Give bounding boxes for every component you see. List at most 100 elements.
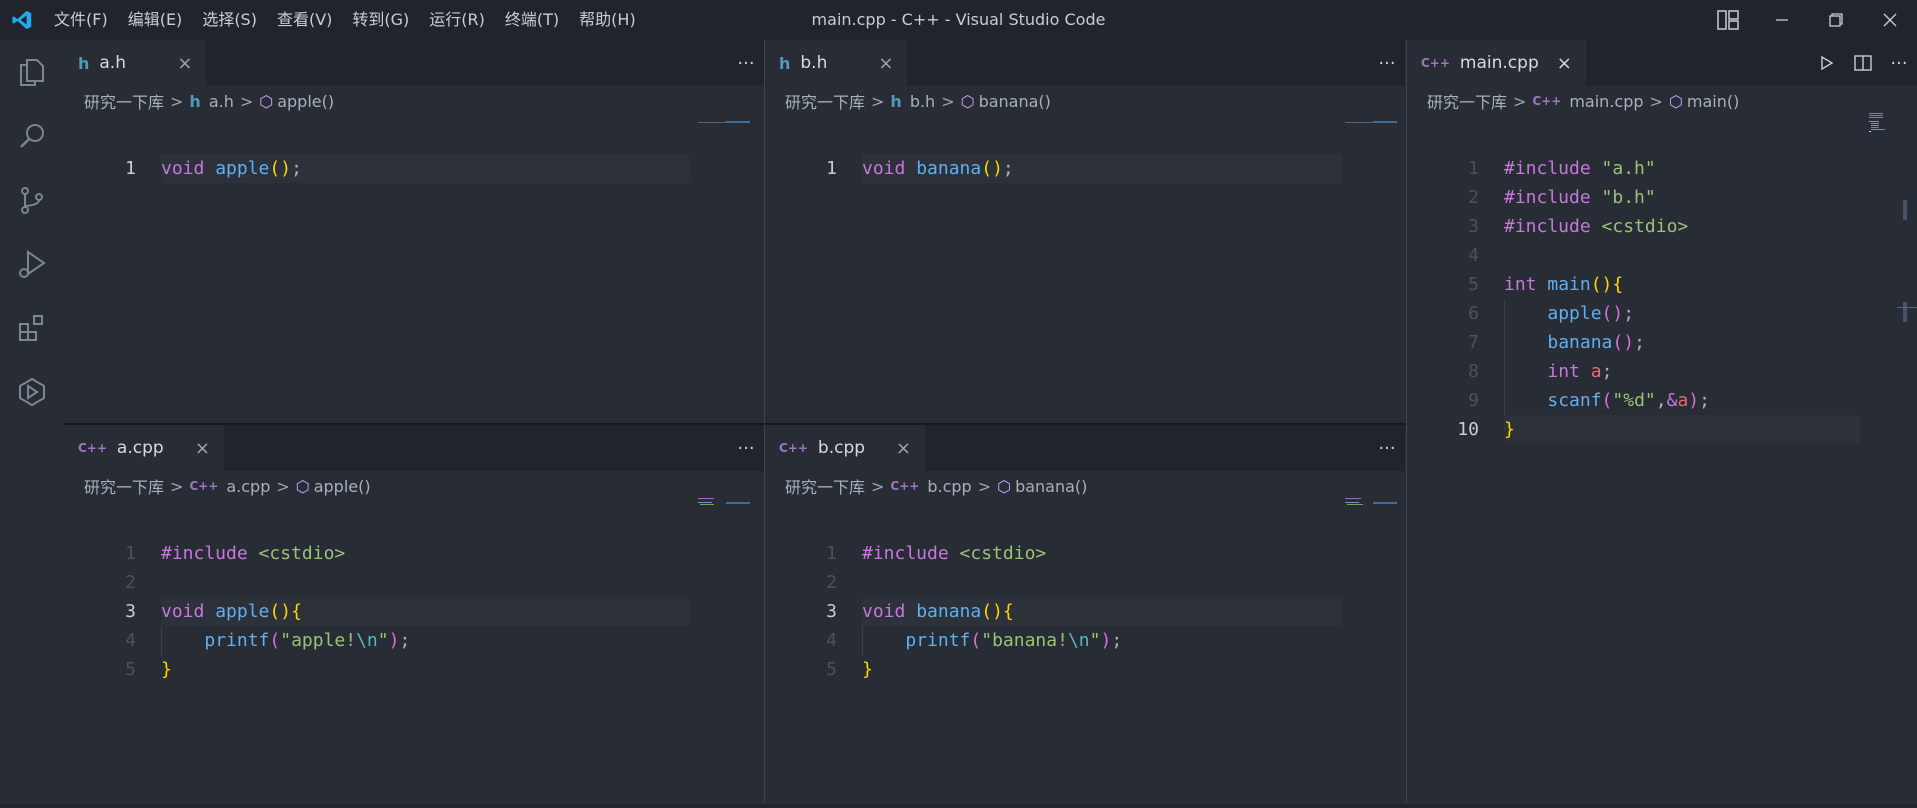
breadcrumb-file[interactable]: main.cpp xyxy=(1569,92,1643,111)
tab-main-cpp[interactable]: C++ main.cpp × xyxy=(1407,40,1586,86)
remote-explorer-icon[interactable] xyxy=(0,360,64,424)
code-line[interactable]: 2 #include "b.h" xyxy=(1407,183,1917,212)
code-token: ; xyxy=(1111,630,1123,651)
code-line[interactable]: 2 xyxy=(64,568,764,597)
breadcrumb-file[interactable]: a.cpp xyxy=(226,477,270,496)
breadcrumb-folder[interactable]: 研究一下库 xyxy=(785,474,865,498)
source-control-icon[interactable] xyxy=(0,168,64,232)
code-token: () xyxy=(269,158,292,179)
close-icon[interactable]: × xyxy=(896,438,911,459)
menu-view[interactable]: 查看(V) xyxy=(267,0,342,40)
more-actions-icon[interactable]: ··· xyxy=(728,40,764,86)
search-icon[interactable] xyxy=(0,104,64,168)
breadcrumb-symbol[interactable]: apple() xyxy=(314,477,371,496)
close-icon[interactable]: × xyxy=(177,53,192,74)
breadcrumb-folder[interactable]: 研究一下库 xyxy=(785,89,865,113)
code-line[interactable]: 2 xyxy=(765,568,1405,597)
close-window-icon[interactable] xyxy=(1863,0,1917,40)
code-line[interactable]: 10} xyxy=(1407,415,1917,444)
code-token: scanf xyxy=(1547,390,1602,411)
breadcrumb-folder[interactable]: 研究一下库 xyxy=(84,474,164,498)
more-actions-icon[interactable]: ··· xyxy=(1369,40,1405,86)
more-actions-icon[interactable]: ··· xyxy=(1881,40,1917,86)
close-icon[interactable]: × xyxy=(195,438,210,459)
title-bar: 文件(F) 编辑(E) 选择(S) 查看(V) 转到(G) 运行(R) 终端(T… xyxy=(0,0,1917,40)
breadcrumb-symbol[interactable]: banana() xyxy=(979,92,1051,111)
more-actions-icon[interactable]: ··· xyxy=(728,425,764,471)
code-line[interactable]: 9 scanf("%d",&a); xyxy=(1407,386,1917,415)
run-code-icon[interactable] xyxy=(1809,40,1845,86)
group-separator[interactable] xyxy=(764,40,765,803)
code-editor[interactable]: 1 void apple(); xyxy=(64,154,764,183)
restore-icon[interactable] xyxy=(1809,0,1863,40)
breadcrumb-file[interactable]: b.cpp xyxy=(927,477,971,496)
code-line[interactable]: 4 printf("banana!\n"); xyxy=(765,626,1405,655)
breadcrumb-file[interactable]: b.h xyxy=(910,92,935,111)
menu-selection[interactable]: 选择(S) xyxy=(192,0,267,40)
minimap[interactable] xyxy=(696,114,752,414)
minimap[interactable] xyxy=(1867,112,1917,412)
minimap[interactable] xyxy=(1343,497,1399,797)
tab-b-h[interactable]: h b.h × xyxy=(765,40,908,86)
breadcrumb-symbol[interactable]: apple() xyxy=(277,92,334,111)
code-line[interactable]: 4 printf("apple!\n"); xyxy=(64,626,764,655)
code-token: <cstdio> xyxy=(1601,216,1689,237)
breadcrumb-folder[interactable]: 研究一下库 xyxy=(1427,89,1507,113)
method-symbol-icon: ⬡ xyxy=(295,476,310,496)
tabs-bar: h b.h × xyxy=(765,40,1405,86)
minimap[interactable] xyxy=(1343,114,1399,414)
code-editor[interactable]: 1 void banana(); xyxy=(765,154,1405,183)
minimize-icon[interactable] xyxy=(1755,0,1809,40)
code-token: main xyxy=(1547,274,1591,295)
breadcrumb-file[interactable]: a.h xyxy=(209,92,234,111)
menu-help[interactable]: 帮助(H) xyxy=(569,0,646,40)
code-token: void xyxy=(161,601,205,622)
menu-terminal[interactable]: 终端(T) xyxy=(495,0,569,40)
code-line[interactable]: 1 #include <cstdio> xyxy=(64,539,764,568)
breadcrumb-symbol[interactable]: banana() xyxy=(1015,477,1087,496)
menu-file[interactable]: 文件(F) xyxy=(44,0,118,40)
explorer-icon[interactable] xyxy=(0,40,64,104)
breadcrumb-folder[interactable]: 研究一下库 xyxy=(84,89,164,113)
code-editor[interactable]: 1 #include <cstdio> 2 3 void banana(){4 prin… xyxy=(765,539,1405,684)
code-line[interactable]: 5 int main(){ xyxy=(1407,270,1917,299)
menu-edit[interactable]: 编辑(E) xyxy=(118,0,193,40)
code-line[interactable]: 8 int a; xyxy=(1407,357,1917,386)
menu-run[interactable]: 运行(R) xyxy=(419,0,495,40)
code-editor[interactable]: 1 #include <cstdio> 2 3 void apple(){4 print… xyxy=(64,539,764,684)
code-line[interactable]: 5} xyxy=(64,655,764,684)
group-separator[interactable] xyxy=(64,423,1406,425)
code-text: #include <cstdio> xyxy=(1504,212,1688,241)
code-token: ; xyxy=(1634,332,1645,353)
code-line[interactable]: 1 #include <cstdio> xyxy=(765,539,1405,568)
code-line[interactable]: 1 void banana(); xyxy=(765,154,1405,183)
code-line[interactable]: 5} xyxy=(765,655,1405,684)
code-text: apple(); xyxy=(1504,299,1634,328)
tab-label: main.cpp xyxy=(1459,53,1539,73)
code-line[interactable]: 4 xyxy=(1407,241,1917,270)
close-icon[interactable]: × xyxy=(878,53,893,74)
tab-label: a.cpp xyxy=(116,438,164,458)
split-editor-icon[interactable] xyxy=(1845,40,1881,86)
tab-a-h[interactable]: h a.h × xyxy=(64,40,207,86)
more-actions-icon[interactable]: ··· xyxy=(1369,425,1405,471)
code-line[interactable]: 3 void banana(){ xyxy=(765,597,1405,626)
code-token: apple xyxy=(1547,303,1602,324)
menu-go[interactable]: 转到(G) xyxy=(342,0,419,40)
code-line[interactable]: 3 #include <cstdio> xyxy=(1407,212,1917,241)
extensions-icon[interactable] xyxy=(0,296,64,360)
breadcrumb-symbol[interactable]: main() xyxy=(1687,92,1739,111)
minimap[interactable] xyxy=(696,497,752,797)
code-line[interactable]: 3 void apple(){ xyxy=(64,597,764,626)
tab-a-cpp[interactable]: C++ a.cpp × xyxy=(64,425,225,471)
code-line[interactable]: 7 banana(); xyxy=(1407,328,1917,357)
tab-b-cpp[interactable]: C++ b.cpp × xyxy=(765,425,926,471)
group-separator[interactable] xyxy=(1406,40,1407,803)
code-line[interactable]: 1 void apple(); xyxy=(64,154,764,183)
customize-layout-icon[interactable] xyxy=(1701,0,1755,40)
close-icon[interactable]: × xyxy=(1557,53,1572,74)
code-editor[interactable]: 1 #include "a.h" 2 #include "b.h" 3 #include … xyxy=(1407,154,1917,444)
code-line[interactable]: 1 #include "a.h" xyxy=(1407,154,1917,183)
run-debug-icon[interactable] xyxy=(0,232,64,296)
code-line[interactable]: 6 apple(); xyxy=(1407,299,1917,328)
